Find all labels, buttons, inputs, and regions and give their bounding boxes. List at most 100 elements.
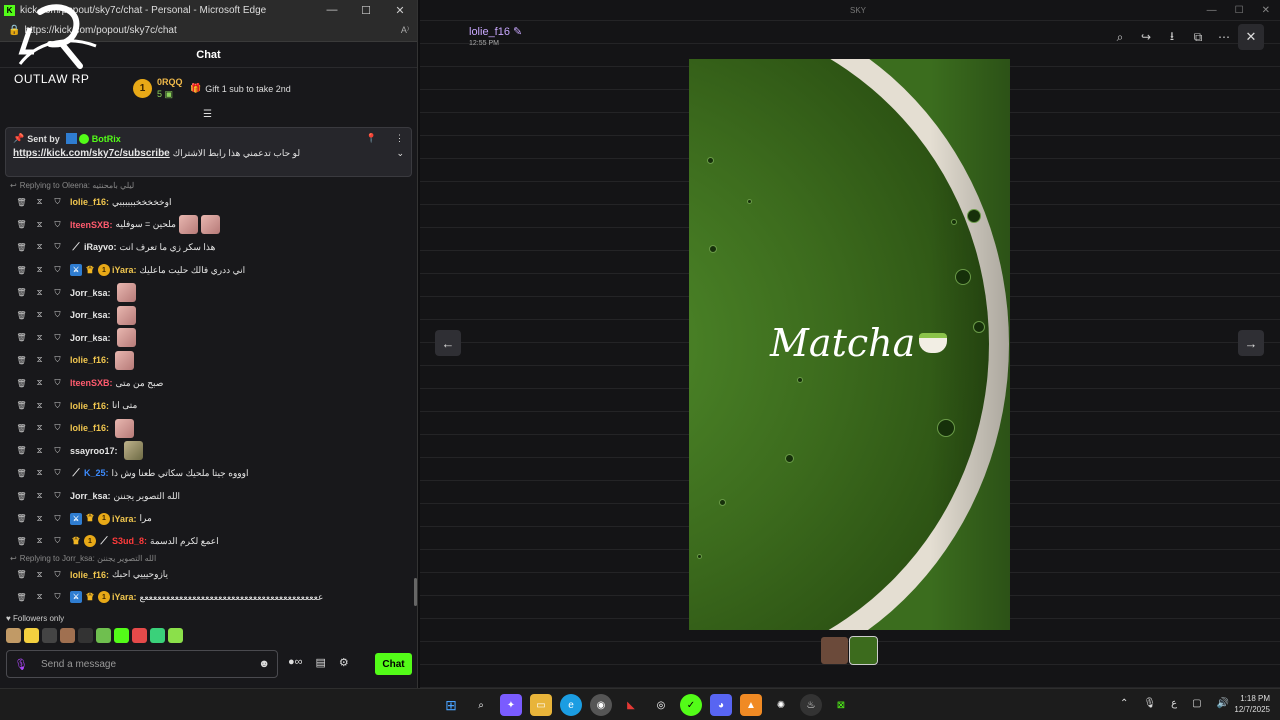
pinned-more-icon[interactable]: ⋮ [395,133,404,144]
chat-username[interactable]: K_25: [84,468,109,478]
shield-icon[interactable]: ⛉ [52,468,63,478]
chat-message[interactable]: 🗑 ⧖ ⛉ Jorr_ksa: [0,327,414,350]
delete-message-icon[interactable]: 🗑 [16,356,27,365]
download-icon[interactable]: ⭳ [1160,23,1184,51]
timeout-icon[interactable]: ⧖ [34,536,45,546]
chat-message[interactable]: 🗑 ⧖ ⛉ ⟋ K_25: اوووه جيتا ملحيك سكاتي طعنا وش … [0,462,414,485]
chat-scrollbar[interactable] [414,578,417,606]
timeout-icon[interactable]: ⧖ [34,401,45,411]
chat-emote[interactable] [178,215,198,235]
shield-icon[interactable]: ⛉ [52,491,63,501]
store-icon[interactable]: ▤ [316,656,326,669]
delete-message-icon[interactable]: 🗑 [16,570,27,579]
close-window-button[interactable]: ✕ [383,4,417,17]
chat-message[interactable]: 🗑 ⧖ ⛉ lteenSXB: ملحين = سوفليه [0,214,414,237]
delete-message-icon[interactable]: 🗑 [16,446,27,455]
emote-8[interactable] [132,628,147,643]
microphone-icon[interactable]: 🎙 [14,658,28,671]
chat-message[interactable]: 🗑 ⧖ ⛉ Jorr_ksa: [0,281,414,304]
shield-icon[interactable]: ⛉ [52,570,63,580]
timeout-icon[interactable]: ⧖ [34,242,45,252]
reply-context[interactable]: ↩ Replying to Jorr_ksa: الله التصوير يجنن… [0,553,414,564]
timeout-icon[interactable]: ⧖ [34,570,45,580]
shield-icon[interactable]: ⛉ [52,401,63,411]
chat-message[interactable]: 🗑 ⧖ ⛉ ♛ 1 ⟋ S3ud_8: اعمع لكرم الدسمة [0,530,414,553]
chat-message[interactable]: 🗑 ⧖ ⛉ ⚔ ♛ 1 iYara: عععععععععععععععععععععععععععع… [0,586,414,608]
shield-icon[interactable]: ⛉ [52,378,63,388]
chat-username[interactable]: lolie_f16: [70,355,109,365]
maximize-button[interactable]: ☐ [349,4,383,17]
gift-sub-prompt[interactable]: 🎁 Gift 1 sub to take 2nd [190,83,291,94]
discord-icon[interactable]: ◕ [710,694,732,716]
reply-context[interactable]: ↩ Replying to Oleena: ليلي بامحنتيه [0,180,414,191]
windows-start-icon[interactable]: ⊞ [440,694,462,716]
search-icon[interactable]: ⌕ [470,694,492,716]
close-viewer-button[interactable]: ✕ [1238,24,1264,50]
emote-5[interactable] [78,628,93,643]
shield-icon[interactable]: ⛉ [52,265,63,275]
chat-emote[interactable] [116,283,136,303]
minimize-icon[interactable]: — [1207,5,1217,16]
chat-username[interactable]: lolie_f16: [70,197,109,207]
terminal-icon[interactable]: ⊠ [830,694,852,716]
timeout-icon[interactable]: ⧖ [34,288,45,298]
edge-browser-icon[interactable]: e [560,694,582,716]
emoji-picker-icon[interactable]: ☻ [258,658,270,670]
timeout-icon[interactable]: ⧖ [34,355,45,365]
shield-icon[interactable]: ⛉ [52,355,63,365]
emote-1[interactable] [6,628,21,643]
timeout-icon[interactable]: ⧖ [34,265,45,275]
chat-username[interactable]: iYara: [112,514,137,524]
close-icon[interactable]: ✕ [1262,5,1270,16]
timeout-icon[interactable]: ⧖ [34,592,45,602]
points-icon[interactable]: ●∞ [288,656,303,669]
delete-message-icon[interactable]: 🗑 [16,198,27,207]
chat-username[interactable]: ssayroo17: [70,446,118,456]
previous-arrow-icon[interactable]: ← [435,330,461,356]
open-external-icon[interactable]: ⧉ [1186,23,1210,51]
chat-message[interactable]: 🗑 ⧖ ⛉ ⚔ ♛ 1 iYara: اني ددري فالك حليت ماعليك [0,259,414,282]
chat-username[interactable]: lolie_f16: [70,570,109,580]
capcut-icon[interactable]: ◣ [620,694,642,716]
chat-input[interactable]: 🎙 Send a message ☻ [6,650,278,678]
zoom-in-icon[interactable]: ⌕ [1108,23,1132,51]
shield-icon[interactable]: ⛉ [52,446,63,456]
chat-message[interactable]: 🗑 ⧖ ⛉ lolie_f16: [0,417,414,440]
copilot-icon[interactable]: ✦ [500,694,522,716]
chat-message[interactable]: 🗑 ⧖ ⛉ lteenSXB: صبح من متى [0,372,414,395]
shield-icon[interactable]: ⛉ [52,536,63,546]
tray-chevron-icon[interactable]: ⌃ [1120,698,1128,709]
delete-message-icon[interactable]: 🗑 [16,593,27,602]
emote-9[interactable] [150,628,165,643]
timeout-icon[interactable]: ⧖ [34,446,45,456]
file-explorer-icon[interactable]: ▭ [530,694,552,716]
delete-message-icon[interactable]: 🗑 [16,492,27,501]
top-gifter[interactable]: 1 0RQQ 5 ▣ [133,76,183,100]
chat-username[interactable]: Jorr_ksa: [70,491,111,501]
timeout-icon[interactable]: ⧖ [34,197,45,207]
chat-emote[interactable] [115,350,135,370]
chat-emote[interactable] [116,305,136,325]
emote-10[interactable] [168,628,183,643]
settings-gear-icon[interactable]: ⚙ [339,656,349,669]
chat-emote[interactable] [123,441,143,461]
timeout-icon[interactable]: ⧖ [34,491,45,501]
taskbar-clock[interactable]: 1:18 PM 12/7/2025 [1226,693,1270,715]
chat-username[interactable]: lteenSXB: [70,378,113,388]
timeout-icon[interactable]: ⧖ [34,468,45,478]
chat-message[interactable]: 🗑 ⧖ ⛉ ⟋ iRayvo: هذا سكر زي ما تعرف انت [0,236,414,259]
chat-message[interactable]: 🗑 ⧖ ⛉ lolie_f16: اوخخخخخببببببي [0,191,414,214]
emote-4[interactable] [60,628,75,643]
language-indicator[interactable]: ع [1171,698,1177,709]
shield-icon[interactable]: ⛉ [52,592,63,602]
obs-icon[interactable]: ◎ [650,694,672,716]
maximize-icon[interactable]: ☐ [1235,5,1244,16]
emote-3[interactable] [42,628,57,643]
delete-message-icon[interactable]: 🗑 [16,424,27,433]
more-icon[interactable]: ⋯ [1212,23,1236,51]
shield-icon[interactable]: ⛉ [52,220,63,230]
chat-username[interactable]: Jorr_ksa: [70,310,111,320]
chat-emote[interactable] [200,215,220,235]
chat-message[interactable]: 🗑 ⧖ ⛉ lolie_f16: يازوحيييي احبك [0,564,414,587]
chat-username[interactable]: iYara: [112,592,137,602]
